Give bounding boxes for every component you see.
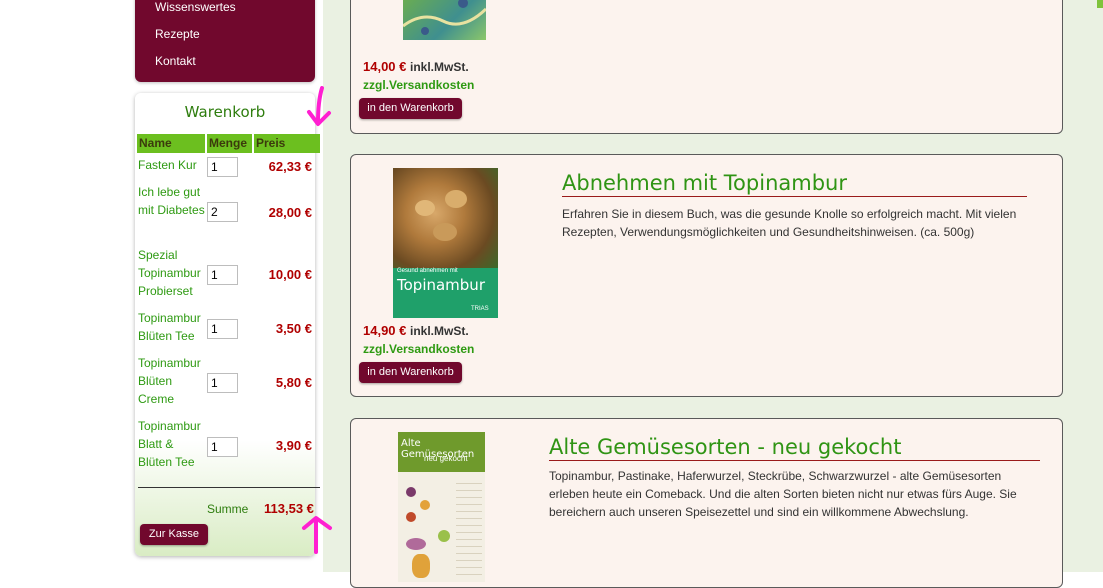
product-image[interactable] — [403, 0, 486, 40]
cart-item-qty-input[interactable]: 1 — [207, 319, 238, 339]
cart-item-name[interactable]: Topinambur Blatt & Blüten Tee — [138, 417, 208, 471]
product-image[interactable]: Gesund abnehmen mit Topinambur TRIAS — [393, 168, 498, 318]
tuber-shape — [445, 190, 467, 208]
cart-sum-label: Summe — [207, 502, 249, 516]
cart-item-qty-input[interactable]: 1 — [207, 437, 238, 457]
vegetable-shape — [438, 530, 450, 542]
vegetable-shape — [412, 554, 430, 578]
cart-header-qty: Menge — [207, 134, 252, 153]
sidebar-nav: Wissenswertes Rezepte Kontakt — [135, 0, 315, 82]
arrow-up-icon — [302, 516, 332, 554]
product-price: 14,90 € inkl.MwSt. — [363, 323, 469, 338]
cart-item-qty-input[interactable]: 1 — [207, 265, 238, 285]
cart-item-qty-input[interactable]: 1 — [207, 373, 238, 393]
nav-item-wissenswertes[interactable]: Wissenswertes — [155, 0, 236, 14]
product-card: Gesund abnehmen mit Topinambur TRIAS Abn… — [350, 154, 1063, 397]
add-to-cart-button[interactable]: in den Warenkorb — [359, 362, 462, 383]
cart-item-name[interactable]: Topinambur Blüten Tee — [138, 309, 208, 345]
cart-item-price: 5,80 € — [275, 375, 312, 390]
book-cover-subtitle: neu gekocht — [424, 454, 468, 463]
tuber-shape — [415, 200, 435, 216]
cart-panel: Warenkorb Name Menge Preis Fasten Kur 1 … — [135, 93, 320, 556]
checkout-button[interactable]: Zur Kasse — [140, 524, 208, 545]
nav-item-rezepte[interactable]: Rezepte — [155, 27, 200, 41]
book-cover-publisher: TRIAS — [471, 306, 489, 312]
cart-item-price: 62,33 € — [268, 159, 312, 174]
nav-item-kontakt[interactable]: Kontakt — [155, 54, 196, 68]
vegetable-shape — [406, 538, 426, 550]
cart-item-price: 28,00 € — [268, 205, 312, 220]
product-card: 14,00 € inkl.MwSt. zzgl.Versandkosten in… — [350, 0, 1063, 134]
product-shipping-link[interactable]: zzgl.Versandkosten — [363, 78, 474, 92]
add-to-cart-button[interactable]: in den Warenkorb — [359, 98, 462, 119]
cart-item-name[interactable]: Topinambur Blüten Creme — [138, 354, 208, 408]
vegetable-shape — [406, 487, 416, 497]
cart-item-price: 10,00 € — [268, 267, 312, 282]
cart-item-name[interactable]: Ich lebe gut mit Diabetes — [138, 183, 208, 219]
product-title[interactable]: Abnehmen mit Topinambur — [562, 171, 1027, 197]
right-edge-accent — [1097, 0, 1103, 8]
product-price: 14,00 € inkl.MwSt. — [363, 59, 469, 74]
cart-title: Warenkorb — [184, 103, 266, 121]
book-cover-title: Topinambur — [397, 276, 485, 294]
arrow-down-icon — [307, 86, 331, 126]
product-card: Alte Gemüsesorten neu gekocht Alte Gemüs… — [350, 418, 1063, 588]
sum-divider — [138, 487, 320, 488]
product-description: Topinambur, Pastinake, Haferwurzel, Stec… — [549, 469, 1017, 519]
vegetable-shape — [406, 512, 416, 522]
cart-item-price: 3,50 € — [275, 321, 312, 336]
cart-item-name[interactable]: Spezial Topinambur Probierset — [138, 246, 208, 300]
cart-item-name[interactable]: Fasten Kur — [138, 156, 208, 174]
product-image[interactable]: Alte Gemüsesorten neu gekocht — [398, 432, 485, 582]
book-cover-subtitle: Gesund abnehmen mit — [397, 268, 458, 274]
cart-item-qty-input[interactable]: 1 — [207, 157, 238, 177]
cart-item-price: 3,90 € — [275, 438, 312, 453]
book-cover-photo — [393, 168, 498, 268]
vegetable-shape — [420, 500, 430, 510]
cart-header-price: Preis — [254, 134, 320, 153]
cart-header-name: Name — [137, 134, 205, 153]
product-description: Erfahren Sie in diesem Buch, was die ges… — [562, 207, 1017, 239]
cart-item-qty-input[interactable]: 2 — [207, 202, 238, 222]
product-title[interactable]: Alte Gemüsesorten - neu gekocht — [549, 435, 1040, 461]
tuber-shape — [433, 223, 457, 241]
product-shipping-link[interactable]: zzgl.Versandkosten — [363, 342, 474, 356]
book-cover-text-column — [456, 477, 482, 577]
right-edge — [1083, 0, 1103, 572]
